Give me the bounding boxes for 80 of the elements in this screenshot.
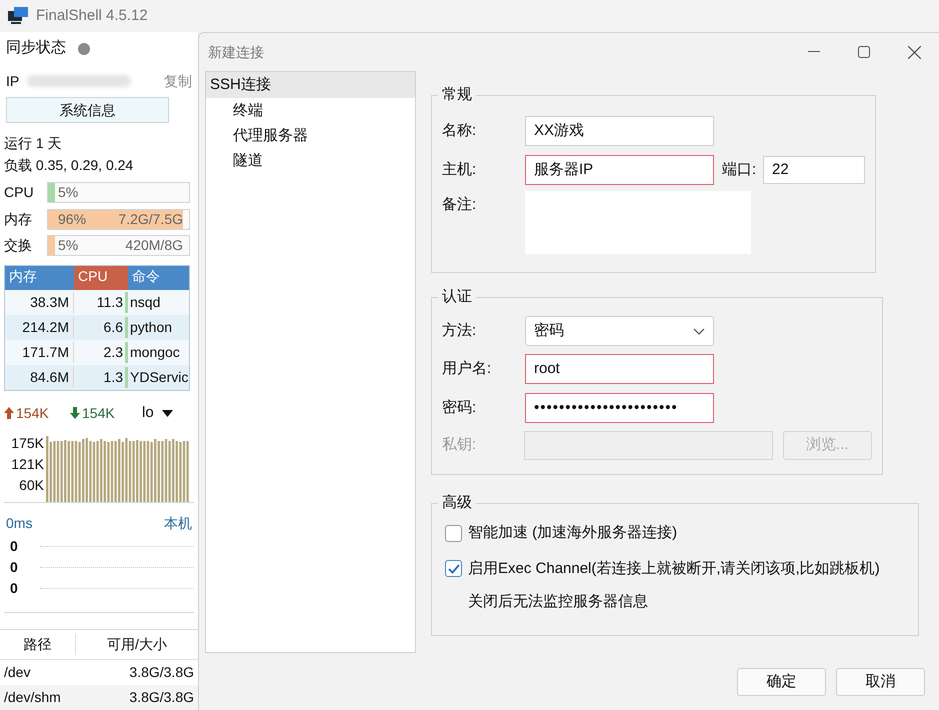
dialog-button[interactable]: 取消 bbox=[836, 668, 925, 696]
field-label: 方法: bbox=[442, 320, 478, 341]
table-cell: 171.7M bbox=[5, 342, 74, 364]
dialog-title: 新建连接 bbox=[208, 42, 264, 62]
column-header: 可用/大小 bbox=[106, 635, 168, 654]
interface-dropdown[interactable]: lo bbox=[142, 402, 173, 424]
ping-value: 0 bbox=[10, 578, 19, 598]
meter-detail: 7.2G/7.5G bbox=[118, 210, 183, 229]
table-cell-text: mongoc bbox=[129, 343, 181, 362]
upload-arrow-icon bbox=[4, 407, 14, 420]
field-label: 密码: bbox=[442, 398, 478, 418]
copy-link[interactable]: 复制 bbox=[164, 70, 192, 92]
password-field[interactable]: ••••••••••••••••••••••• bbox=[525, 393, 714, 423]
column-header: 路径 bbox=[0, 634, 76, 655]
table-cell-text: /dev bbox=[4, 663, 32, 682]
tree-item[interactable]: SSH连接 bbox=[206, 72, 415, 98]
scale-label: 60K bbox=[18, 476, 45, 495]
table-cell: 84.6M bbox=[5, 367, 74, 388]
ping-value: 0 bbox=[10, 558, 19, 577]
scale-label: 121K bbox=[10, 454, 45, 474]
table-cell-text: /dev/shm bbox=[4, 688, 62, 707]
upload-speed: 154K bbox=[16, 404, 50, 423]
private-key-field[interactable] bbox=[524, 430, 773, 460]
uptime-text: 运行 1 天 bbox=[3, 134, 63, 154]
table-cell-text: 3.8G/3.8G bbox=[128, 688, 194, 707]
ip-label: IP bbox=[6, 72, 20, 91]
download-speed: 154K bbox=[82, 404, 116, 423]
advanced-note: 关闭后无法监控服务器信息 bbox=[467, 592, 649, 612]
ping-value: 0 bbox=[10, 536, 19, 556]
name-field[interactable]: XX游戏 bbox=[525, 116, 714, 146]
maximize-icon bbox=[858, 46, 870, 58]
host-field[interactable]: 服务器IP bbox=[525, 155, 714, 185]
table-cell-text: nsqd bbox=[129, 293, 162, 312]
table-cell-text: 3.8G/3.8G bbox=[128, 663, 194, 682]
meter-label: 内存 bbox=[4, 210, 33, 229]
minimize-icon bbox=[808, 51, 820, 53]
field-label: 端口: bbox=[722, 160, 758, 180]
tree-item[interactable]: 终端 bbox=[206, 98, 415, 123]
meter-percent: 5% bbox=[58, 236, 78, 256]
checkbox[interactable] bbox=[445, 560, 462, 578]
field-label: 私钥: bbox=[442, 434, 478, 455]
ping-target: 本机 bbox=[164, 514, 192, 533]
close-icon bbox=[908, 46, 920, 58]
dialog-button[interactable]: 确定 bbox=[737, 668, 826, 696]
table-cell: 38.3M bbox=[5, 292, 74, 314]
column-header: 内存 bbox=[5, 266, 74, 290]
checkbox-label: 智能加速 (加速海外服务器连接) bbox=[468, 523, 678, 543]
port-field[interactable]: 22 bbox=[763, 156, 865, 184]
sysinfo-button[interactable]: 系统信息 bbox=[6, 97, 169, 124]
sync-label: 同步状态 bbox=[6, 38, 66, 58]
meter-label: 交换 bbox=[4, 236, 33, 256]
meter-detail: 420M/8G bbox=[125, 236, 183, 256]
username-field[interactable]: root bbox=[525, 354, 714, 384]
field-label: 备注: bbox=[442, 195, 478, 215]
check-icon bbox=[448, 564, 460, 574]
table-cell-text: python bbox=[129, 318, 174, 338]
table-cell-text: YDServic bbox=[129, 368, 189, 388]
meter-percent: 5% bbox=[58, 182, 78, 202]
app-title: FinalShell 4.5.12 bbox=[36, 6, 148, 26]
tree-item[interactable]: 隧道 bbox=[206, 148, 415, 173]
field-label: 用户名: bbox=[442, 358, 492, 379]
load-text: 负载 0.35, 0.29, 0.24 bbox=[3, 156, 134, 175]
app-logo-icon bbox=[8, 6, 28, 25]
column-header: CPU bbox=[74, 266, 128, 290]
scale-label: 175K bbox=[10, 434, 45, 453]
table-cell: 1.3 bbox=[74, 367, 128, 388]
column-header: 命令 bbox=[128, 266, 189, 290]
table-cell: 214.2M bbox=[5, 317, 74, 338]
field-label: 主机: bbox=[442, 160, 478, 180]
checkbox[interactable] bbox=[445, 524, 462, 542]
caret-icon bbox=[162, 410, 173, 417]
download-arrow-icon bbox=[70, 407, 80, 420]
chevron-down-icon bbox=[693, 328, 705, 334]
tree-item[interactable]: 代理服务器 bbox=[206, 123, 415, 148]
method-select[interactable]: 密码 bbox=[525, 316, 714, 346]
field-label: 名称: bbox=[442, 120, 478, 141]
meter-label: CPU bbox=[4, 182, 35, 202]
meter-percent: 96% bbox=[58, 210, 86, 229]
ping-latency: 0ms bbox=[6, 514, 32, 533]
checkbox-label: 启用Exec Channel(若连接上就被断开,请关闭该项,比如跳板机) bbox=[468, 558, 880, 578]
